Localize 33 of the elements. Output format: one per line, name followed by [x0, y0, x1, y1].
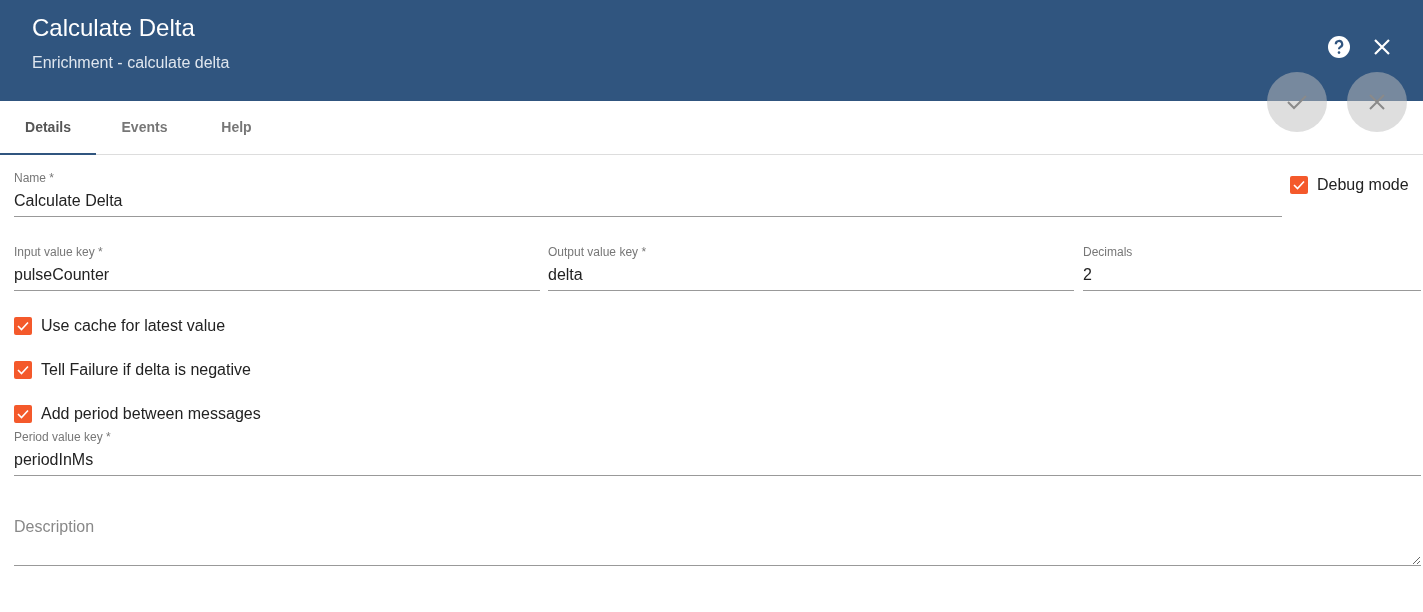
apply-button[interactable] — [1267, 72, 1327, 132]
period-field[interactable]: periodInMs — [14, 449, 1421, 476]
tab[interactable]: Events — [96, 101, 193, 155]
close-icon — [1368, 93, 1386, 111]
dialog-subtitle: Enrichment - calculate delta — [32, 54, 230, 72]
dialog-title: Calculate Delta — [32, 14, 196, 42]
checkbox[interactable] — [14, 317, 32, 335]
checkbox-label: Add period between messages — [41, 405, 261, 423]
checkbox-label: Debug mode — [1317, 176, 1409, 194]
field-label: Input value key * — [14, 245, 104, 261]
help-icon[interactable] — [1327, 35, 1351, 59]
checkbox[interactable] — [14, 405, 32, 423]
field-label: Period value key * — [14, 430, 112, 446]
checkbox-label: Use cache for latest value — [41, 317, 226, 335]
input-field[interactable]: 2 — [1083, 264, 1421, 291]
checkbox[interactable] — [14, 361, 32, 379]
checkbox-label: Tell Failure if delta is negative — [41, 361, 251, 379]
input-field[interactable]: delta — [548, 264, 1074, 291]
close-icon[interactable] — [1373, 38, 1391, 56]
cancel-button[interactable] — [1347, 72, 1407, 132]
tab[interactable]: Details — [0, 101, 96, 155]
check-icon — [1293, 180, 1305, 190]
field-label: Name * — [14, 171, 55, 187]
input-field[interactable]: pulseCounter — [14, 264, 540, 291]
check-icon — [1286, 93, 1308, 111]
tab[interactable]: Help — [193, 101, 280, 155]
checkbox[interactable] — [1290, 176, 1308, 194]
check-icon — [17, 409, 29, 419]
check-icon — [17, 365, 29, 375]
field-label: Decimals — [1083, 245, 1134, 261]
check-icon — [17, 321, 29, 331]
name-field[interactable]: Calculate Delta — [14, 190, 1282, 217]
field-label: Output value key * — [548, 245, 648, 261]
